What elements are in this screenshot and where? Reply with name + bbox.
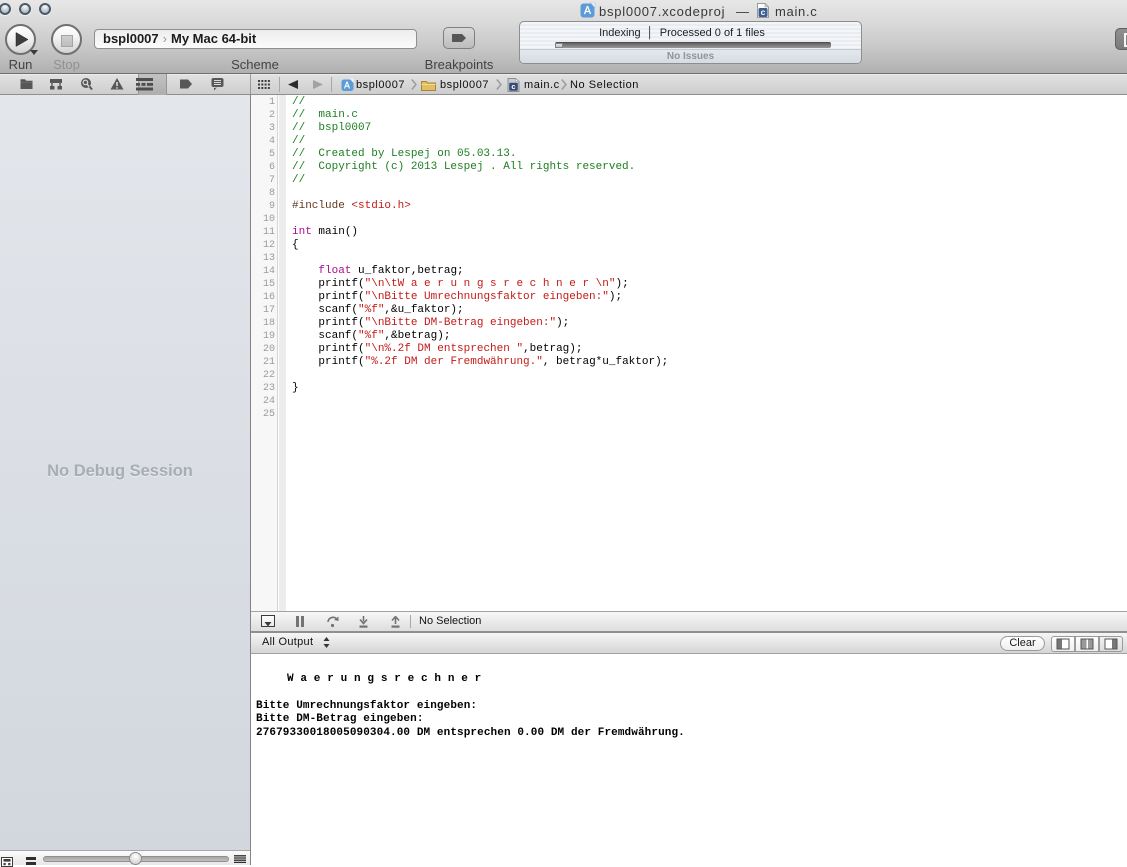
svg-text:c: c <box>761 7 766 17</box>
svg-text:c: c <box>511 82 515 91</box>
